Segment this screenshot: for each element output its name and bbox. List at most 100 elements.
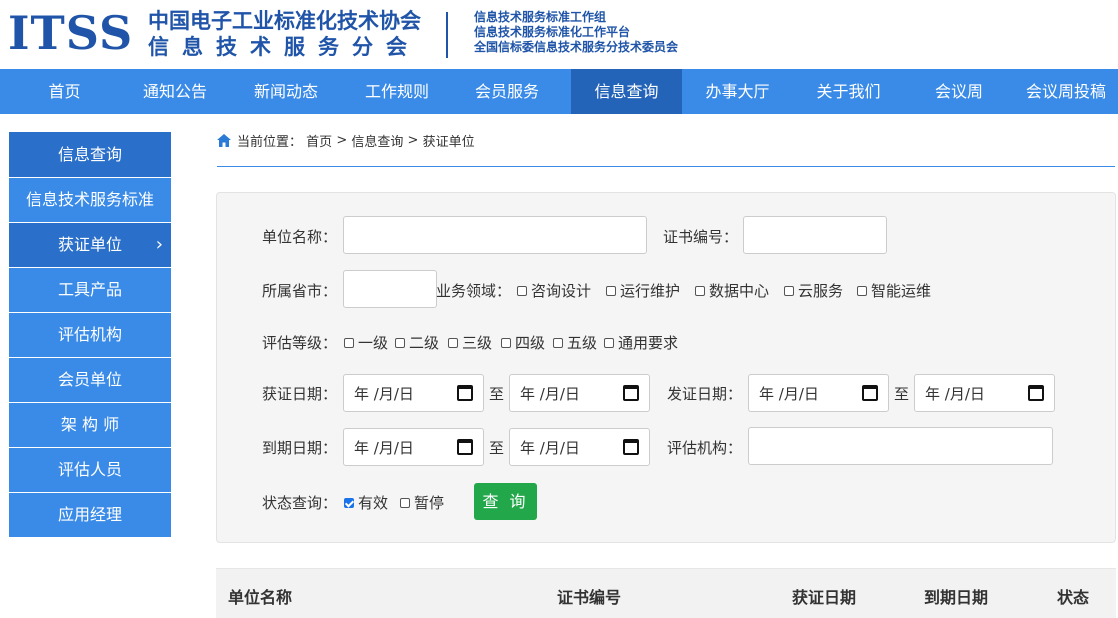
- site-header: ITSS 中国电子工业标准化技术协会 信息技术服务分会 信息技术服务标准工作组 …: [0, 0, 1118, 69]
- nav-item-conference-week[interactable]: 会议周: [904, 69, 1014, 114]
- nav-item-notices[interactable]: 通知公告: [129, 69, 221, 114]
- expire-date-to-input[interactable]: 年 /月/日: [509, 428, 650, 466]
- breadcrumb-current: 获证单位: [422, 135, 475, 150]
- nav-item-rules[interactable]: 工作规则: [351, 69, 443, 114]
- checkbox-icon: [606, 285, 616, 296]
- sidebar-item-label: 评估人员: [57, 460, 122, 479]
- checkbox-icon: [553, 337, 563, 348]
- breadcrumb-separator: >: [336, 133, 348, 148]
- checkbox-icon: [400, 497, 410, 508]
- domain-checkbox-aiops[interactable]: 智能运维: [854, 280, 931, 301]
- calendar-icon[interactable]: [623, 439, 639, 455]
- domain-checkbox-consulting[interactable]: 咨询设计: [514, 280, 591, 301]
- cert-date-from-input[interactable]: 年 /月/日: [343, 374, 484, 412]
- nav-item-info-query[interactable]: 信息查询: [571, 69, 682, 114]
- checkbox-label: 五级: [567, 334, 598, 352]
- checkbox-label: 通用要求: [618, 334, 679, 352]
- date-placeholder: 年 /月/日: [520, 438, 580, 457]
- checkbox-label: 云服务: [798, 282, 844, 300]
- chevron-right-icon: ›: [155, 234, 163, 255]
- calendar-icon[interactable]: [1028, 385, 1044, 401]
- checkbox-icon: [517, 285, 527, 296]
- checkbox-icon: [857, 285, 867, 296]
- to-label: 至: [489, 439, 505, 457]
- nav-item-service-hall[interactable]: 办事大厅: [682, 69, 793, 114]
- sidebar-item-architect[interactable]: 架 构 师: [9, 403, 171, 447]
- grade-checkbox-1[interactable]: 一级: [341, 332, 388, 353]
- column-header-expire-date: 到期日期: [924, 588, 989, 607]
- sidebar-item-app-managers[interactable]: 应用经理: [9, 493, 171, 537]
- assessment-org-input[interactable]: [748, 427, 1053, 465]
- column-header-status: 状态: [1057, 588, 1090, 607]
- cert-no-input[interactable]: [743, 216, 887, 254]
- expire-date-from-input[interactable]: 年 /月/日: [343, 428, 484, 466]
- breadcrumb-info-query-link[interactable]: 信息查询: [351, 131, 403, 150]
- sidebar-item-label: 评估机构: [57, 325, 122, 344]
- column-header-cert-no: 证书编号: [557, 588, 622, 607]
- unit-name-input[interactable]: [343, 216, 647, 254]
- checkbox-label: 咨询设计: [531, 282, 592, 300]
- checkbox-label: 运行维护: [620, 282, 681, 300]
- province-input[interactable]: [343, 270, 437, 308]
- nav-item-member-services[interactable]: 会员服务: [443, 69, 571, 114]
- sidebar-item-it-service-standard[interactable]: 信息技术服务标准: [9, 178, 171, 222]
- domain-checkbox-datacenter[interactable]: 数据中心: [692, 280, 769, 301]
- nav-item-about[interactable]: 关于我们: [793, 69, 904, 114]
- calendar-icon[interactable]: [623, 385, 639, 401]
- checkbox-icon: [604, 337, 614, 348]
- home-icon: [217, 134, 231, 147]
- status-checkbox-suspended[interactable]: 暂停: [397, 492, 444, 513]
- sidebar-item-assessment-orgs[interactable]: 评估机构: [9, 313, 171, 357]
- checkbox-label: 暂停: [414, 494, 445, 512]
- expire-date-label: 到期日期：: [262, 439, 338, 457]
- to-label: 至: [894, 385, 910, 403]
- nav-item-news[interactable]: 新闻动态: [221, 69, 351, 114]
- grade-checkbox-2[interactable]: 二级: [392, 332, 439, 353]
- org-subtitle-line: 信息技术服务标准化工作平台: [474, 25, 631, 39]
- column-header-cert-date: 获证日期: [792, 588, 857, 607]
- sidebar-item-tool-products[interactable]: 工具产品: [9, 268, 171, 312]
- grade-checkbox-3[interactable]: 三级: [445, 332, 492, 353]
- nav-item-home[interactable]: 首页: [0, 69, 129, 114]
- issue-date-from-input[interactable]: 年 /月/日: [748, 374, 889, 412]
- sidebar-item-member-units[interactable]: 会员单位: [9, 358, 171, 402]
- checkbox-label: 数据中心: [709, 282, 770, 300]
- search-panel: 单位名称： 证书编号： 所属省市： 业务领域： 咨询设计 运行维护 数据中心 云…: [216, 192, 1116, 543]
- issue-date-label: 发证日期：: [667, 385, 743, 403]
- checkbox-icon: [501, 337, 511, 348]
- sidebar-item-certified-units[interactable]: 获证单位 ›: [9, 223, 171, 267]
- checkbox-label: 四级: [515, 334, 546, 352]
- breadcrumb-divider: [217, 166, 1115, 167]
- issue-date-to-input[interactable]: 年 /月/日: [914, 374, 1055, 412]
- sidebar-item-label: 应用经理: [57, 505, 122, 524]
- grade-checkbox-4[interactable]: 四级: [498, 332, 545, 353]
- query-button[interactable]: 查 询: [474, 483, 537, 520]
- sidebar-item-label: 会员单位: [57, 370, 122, 389]
- org-subtitle: 信息技术服务标准工作组 信息技术服务标准化工作平台 全国信标委信息技术服务分技术…: [474, 10, 678, 55]
- nav-item-conference-submission[interactable]: 会议周投稿: [1014, 69, 1118, 114]
- domain-checkbox-operations[interactable]: 运行维护: [603, 280, 680, 301]
- itss-logo[interactable]: ITSS: [8, 6, 133, 60]
- sidebar-title: 信息查询: [9, 132, 171, 177]
- calendar-icon[interactable]: [457, 385, 473, 401]
- checkbox-icon: [395, 337, 405, 348]
- calendar-icon[interactable]: [457, 439, 473, 455]
- breadcrumb-home-link[interactable]: 首页: [306, 131, 332, 150]
- sidebar-item-label: 获证单位: [57, 235, 122, 254]
- grade-checkbox-general[interactable]: 通用要求: [601, 332, 678, 353]
- sidebar-item-label: 架 构 师: [60, 415, 120, 434]
- cert-date-to-input[interactable]: 年 /月/日: [509, 374, 650, 412]
- checkbox-icon: [695, 285, 705, 296]
- calendar-icon[interactable]: [862, 385, 878, 401]
- status-checkbox-valid[interactable]: 有效: [341, 492, 388, 513]
- sidebar-item-assessors[interactable]: 评估人员: [9, 448, 171, 492]
- grade-checkbox-5[interactable]: 五级: [550, 332, 597, 353]
- domain-checkbox-cloud[interactable]: 云服务: [781, 280, 843, 301]
- province-label: 所属省市：: [262, 282, 338, 300]
- breadcrumb: 当前位置： 首页 > 信息查询 > 获证单位: [217, 131, 475, 150]
- date-placeholder: 年 /月/日: [354, 438, 414, 457]
- cert-no-label: 证书编号：: [663, 228, 739, 246]
- org-name: 中国电子工业标准化技术协会 信息技术服务分会: [148, 8, 421, 60]
- grade-label: 评估等级：: [262, 334, 338, 352]
- breadcrumb-prefix: 当前位置：: [237, 135, 303, 150]
